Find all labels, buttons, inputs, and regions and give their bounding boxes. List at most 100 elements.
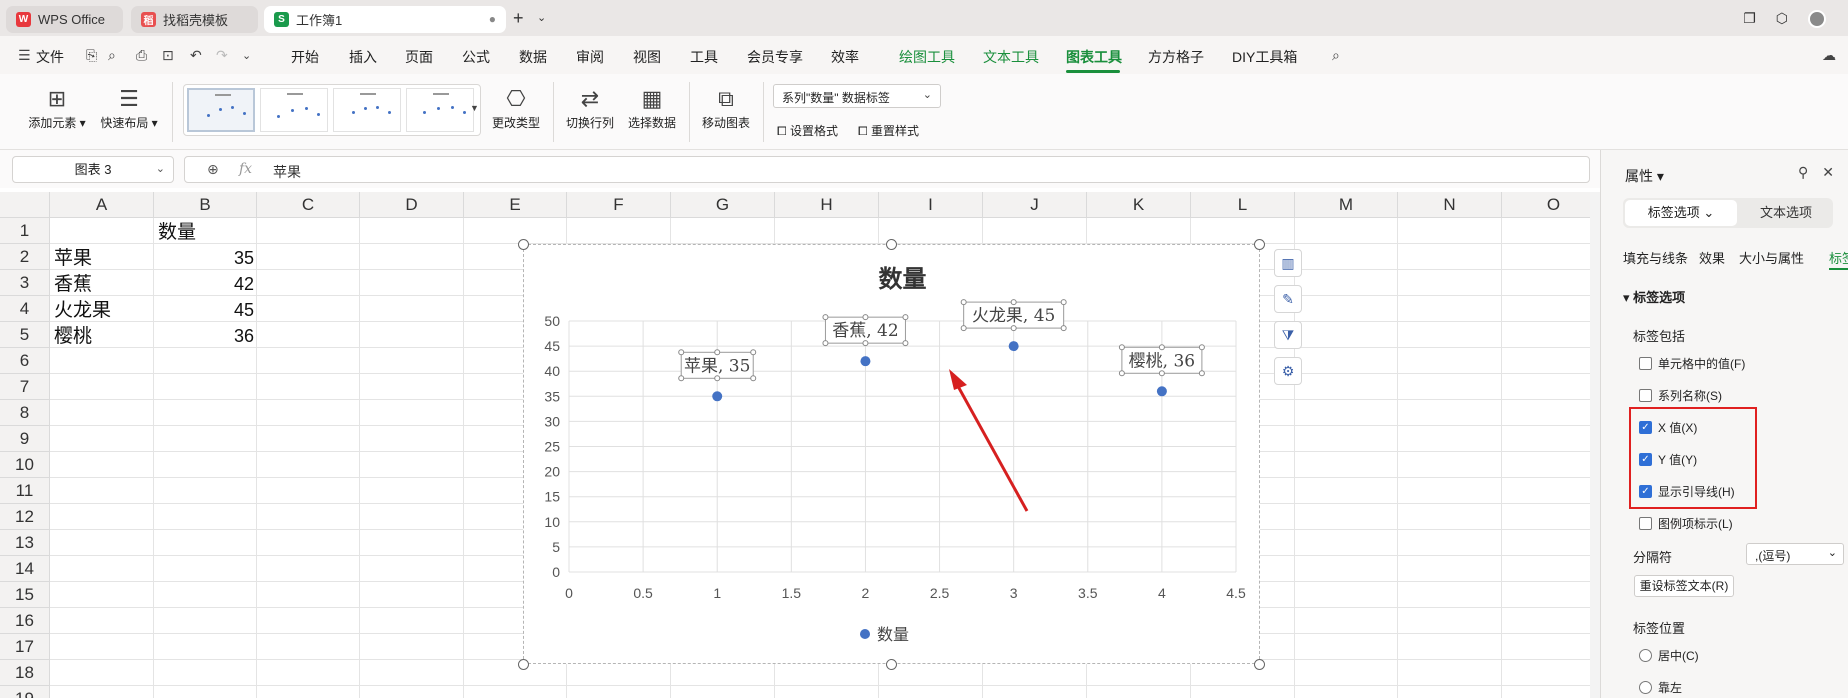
chart-elements-tool[interactable]: ▥ [1274,249,1302,277]
menu-tools[interactable]: 工具 [690,47,718,67]
scatter-chart[interactable]: 数量 0 5 10 15 20 25 30 35 40 45 50 0 0.5 1 1.5 2 2.5 3 3.5 4 4… [524,245,1259,663]
open-icon[interactable]: ⌕ [108,47,116,64]
hamburger-icon[interactable]: ☰ [18,47,31,64]
row-header-12[interactable]: 12 [0,504,50,530]
separator-select[interactable]: ,(逗号) ⌄ [1746,543,1844,565]
gallery-expand-icon[interactable]: ▼ [470,103,479,113]
row-header-9[interactable]: 9 [0,426,50,452]
row-header-8[interactable]: 8 [0,400,50,426]
chart-style-tool[interactable]: ✎ [1274,285,1302,313]
pin-icon[interactable]: ⚲ [1798,164,1808,181]
row-header-5[interactable]: 5 [0,322,50,348]
select-data-button[interactable]: ▦ 选择数据 [624,84,680,131]
subtab-label[interactable]: 标签 [1829,248,1848,267]
row-header-7[interactable]: 7 [0,374,50,400]
resize-handle[interactable] [1254,239,1265,250]
cell-b2[interactable]: 35 [155,245,254,271]
quick-access-chevron-icon[interactable]: ⌄ [242,49,251,62]
set-format-button[interactable]: ⧠ 设置格式 [777,122,838,139]
menu-drawing-tools[interactable]: 绘图工具 [899,47,955,67]
new-tab-plus-icon[interactable]: + [513,8,524,29]
menu-efficiency[interactable]: 效率 [831,47,859,67]
data-point[interactable] [860,356,871,367]
chart-area[interactable]: 数量 0 5 10 15 20 25 30 35 40 45 50 0 0.5 1 1.5 2 2.5 3 3.5 4 4… [523,244,1260,664]
column-header-b[interactable]: B [154,192,257,218]
row-header-13[interactable]: 13 [0,530,50,556]
column-header-o[interactable]: O [1502,192,1600,218]
zoom-icon[interactable]: ⊕ [207,161,219,178]
menu-view[interactable]: 视图 [633,47,661,67]
column-header-c[interactable]: C [257,192,360,218]
fx-icon[interactable]: fx [239,161,252,177]
cell-b5[interactable]: 36 [155,323,254,349]
chart-style-thumb[interactable] [260,88,328,132]
change-type-button[interactable]: ⎔ 更改类型 [488,84,544,131]
cell-b4[interactable]: 45 [155,297,254,323]
resize-handle[interactable] [1254,659,1265,670]
row-header-10[interactable]: 10 [0,452,50,478]
menu-formula[interactable]: 公式 [462,47,490,67]
print-icon[interactable]: ⎙ [136,47,147,64]
subtab-fill-line[interactable]: 填充与线条 [1623,248,1688,267]
menu-insert[interactable]: 插入 [349,47,377,67]
reset-label-text-button[interactable]: 重设标签文本(R) [1634,575,1734,597]
add-element-button[interactable]: ⊞ 添加元素 ▾ [26,84,88,131]
subtab-size-properties[interactable]: 大小与属性 [1739,248,1804,267]
checkbox-legend-key[interactable]: 图例项标示(L) [1639,515,1733,532]
cell-b3[interactable]: 42 [155,271,254,297]
column-header-d[interactable]: D [360,192,464,218]
column-header-n[interactable]: N [1398,192,1502,218]
resize-handle[interactable] [886,239,897,250]
switch-row-col-button[interactable]: ⇄ 切换行列 [562,84,618,131]
column-header-a[interactable]: A [50,192,154,218]
menu-fangfang[interactable]: 方方格子 [1148,47,1204,67]
resize-handle[interactable] [518,239,529,250]
tab-close-icon[interactable]: ● [489,12,496,26]
chart-title[interactable]: 数量 [879,264,927,293]
label-options-tab[interactable]: 标签选项 ⌄ [1625,200,1737,226]
resize-handle[interactable] [518,659,529,670]
section-label-options[interactable]: ▾ 标签选项 [1623,287,1685,306]
row-header-15[interactable]: 15 [0,582,50,608]
chart-filter-tool[interactable]: ⧩ [1274,321,1302,349]
tab-list-chevron-icon[interactable]: ⌄ [537,11,546,24]
avatar[interactable] [1808,10,1826,28]
menu-home[interactable]: 开始 [291,47,319,67]
cell-a2[interactable]: 苹果 [54,245,92,271]
column-header-k[interactable]: K [1087,192,1191,218]
column-header-m[interactable]: M [1295,192,1398,218]
row-header-1[interactable]: 1 [0,218,50,244]
formula-input[interactable]: ⊕ fx 苹果 [184,156,1590,183]
column-header-i[interactable]: I [879,192,983,218]
menu-page[interactable]: 页面 [405,47,433,67]
menu-review[interactable]: 审阅 [576,47,604,67]
row-header-14[interactable]: 14 [0,556,50,582]
tab-docer[interactable]: 稻 找稻壳模板 [131,6,258,33]
data-point[interactable] [712,391,723,402]
chart-style-thumb[interactable] [187,88,255,132]
panel-title[interactable]: 属性 ▾ [1625,166,1664,186]
column-header-e[interactable]: E [464,192,567,218]
chart-settings-tool[interactable]: ⚙ [1274,357,1302,385]
checkbox-series-name[interactable]: 系列名称(S) [1639,387,1722,404]
redo-icon[interactable]: ↷ [216,47,228,64]
save-icon[interactable]: ⎘ [86,47,97,64]
series-element-dropdown[interactable]: 系列"数量" 数据标签 ⌄ [773,84,941,108]
chart-style-gallery[interactable]: ▼ [183,84,481,136]
restore-window-icon[interactable]: ❐ [1743,10,1756,28]
row-header-3[interactable]: 3 [0,270,50,296]
cell-b1[interactable]: 数量 [158,219,196,245]
reset-style-button[interactable]: ⧠ 重置样式 [858,122,919,139]
row-header-2[interactable]: 2 [0,244,50,270]
column-header-h[interactable]: H [775,192,879,218]
column-header-f[interactable]: F [567,192,671,218]
checkbox-cell-value[interactable]: 单元格中的值(F) [1639,355,1745,372]
row-header-19[interactable]: 19 [0,686,50,698]
chart-style-thumb[interactable] [333,88,401,132]
data-point[interactable] [1008,341,1019,352]
row-header-17[interactable]: 17 [0,634,50,660]
menu-text-tools[interactable]: 文本工具 [983,47,1039,67]
radio-center[interactable]: 居中(C) [1639,647,1699,664]
row-header-6[interactable]: 6 [0,348,50,374]
resize-handle[interactable] [886,659,897,670]
